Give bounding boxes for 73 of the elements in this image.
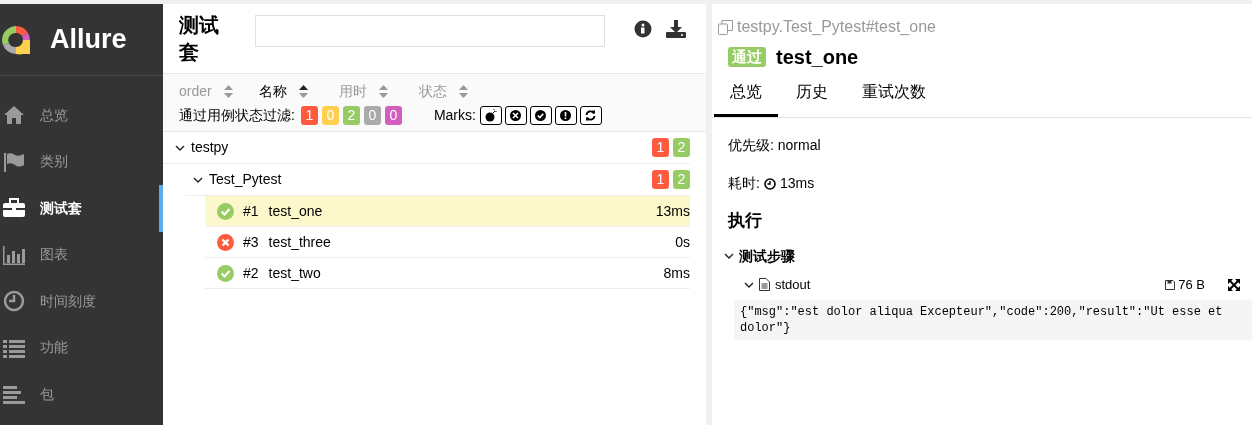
test-title: test_one xyxy=(776,45,859,70)
save-icon xyxy=(1165,279,1176,290)
file-icon xyxy=(759,278,770,291)
chevron-down-icon xyxy=(724,251,734,261)
mark-toggle-button[interactable] xyxy=(554,105,577,125)
count-badge: 1 xyxy=(652,170,669,189)
failed-icon xyxy=(217,233,234,251)
test-row[interactable]: #1 test_one 13ms xyxy=(205,196,690,227)
info-icon xyxy=(634,20,652,38)
tree-group-row[interactable]: testpy 1 2 xyxy=(163,132,690,164)
steps-header[interactable]: 测试步骤 xyxy=(712,245,1252,267)
priority-text: 优先级: normal xyxy=(727,136,822,155)
nav-item[interactable]: 总览 xyxy=(0,92,163,139)
passed-icon xyxy=(217,202,234,220)
nav-item[interactable]: 图表 xyxy=(0,231,163,278)
test-name: test_one xyxy=(268,201,323,221)
alert-icon xyxy=(559,108,573,122)
close-icon xyxy=(509,108,523,122)
attachment-size: 76 B xyxy=(1178,275,1205,294)
filter-label: 通过用例状态过滤: xyxy=(179,105,295,125)
count-badge: 1 xyxy=(652,138,669,157)
nav-item[interactable]: 功能 xyxy=(0,324,163,371)
tab[interactable]: 总览 xyxy=(714,80,778,117)
test-path: testpy.Test_Pytest#test_one xyxy=(737,17,936,37)
passed-icon xyxy=(217,264,234,282)
tab[interactable]: 重试次数 xyxy=(846,80,942,117)
mark-toggle-button[interactable] xyxy=(479,105,502,125)
sort-icon xyxy=(379,84,388,98)
download-icon xyxy=(666,20,686,38)
attachment-content: {"msg":"est dolor aliqua Excepteur","code":200,"result":"Ut esse et dolor"} xyxy=(734,299,1252,340)
sort-column[interactable]: 名称 xyxy=(259,80,339,102)
copy-icon xyxy=(718,19,733,35)
mark-toggle-button[interactable] xyxy=(579,105,602,125)
sort-column[interactable]: 用时 xyxy=(339,80,419,102)
attachment-toggle[interactable]: stdout xyxy=(744,274,811,295)
marks-label: Marks: xyxy=(433,105,476,125)
sort-icon xyxy=(299,84,308,98)
clock-icon xyxy=(763,177,776,190)
test-number: #3 xyxy=(243,232,259,252)
test-name: test_three xyxy=(268,232,331,252)
mark-toggle-button[interactable] xyxy=(529,105,552,125)
clock-icon xyxy=(2,289,26,314)
sort-column[interactable]: order xyxy=(179,80,259,102)
status-filter[interactable]: 0 xyxy=(384,105,402,125)
duration-label: 耗时: xyxy=(728,174,760,193)
status-badge: 通过 xyxy=(728,47,766,67)
tab[interactable]: 历史 xyxy=(780,80,844,117)
test-duration: 8ms xyxy=(663,263,690,283)
nav-item[interactable]: 时间刻度 xyxy=(0,278,163,325)
count-badge: 2 xyxy=(673,170,690,189)
expand-icon[interactable] xyxy=(1228,278,1240,291)
sort-icon xyxy=(459,84,468,98)
test-number: #1 xyxy=(243,201,259,221)
test-number: #2 xyxy=(243,263,259,283)
sort-column[interactable]: 状态 xyxy=(419,80,499,102)
test-duration: 0s xyxy=(675,232,690,252)
mark-toggle-button[interactable] xyxy=(504,105,527,125)
refresh-icon xyxy=(584,108,598,122)
test-duration: 13ms xyxy=(655,201,690,221)
count-badge: 2 xyxy=(673,138,690,157)
section-heading: 执行 xyxy=(726,210,763,232)
status-filter[interactable]: 1 xyxy=(300,105,318,125)
nav-item[interactable]: 包 xyxy=(0,371,163,418)
app-logo-text: Allure xyxy=(50,23,127,57)
duration-value: 13ms xyxy=(779,174,815,193)
search-field[interactable] xyxy=(255,15,605,47)
nav-item[interactable]: 类别 xyxy=(0,138,163,185)
sort-icon xyxy=(223,84,233,98)
test-name: test_two xyxy=(268,263,321,283)
bomb-icon xyxy=(484,108,498,122)
check-icon xyxy=(534,108,548,122)
panel-title: 测试套 xyxy=(179,13,220,65)
logo-icon xyxy=(0,23,32,56)
